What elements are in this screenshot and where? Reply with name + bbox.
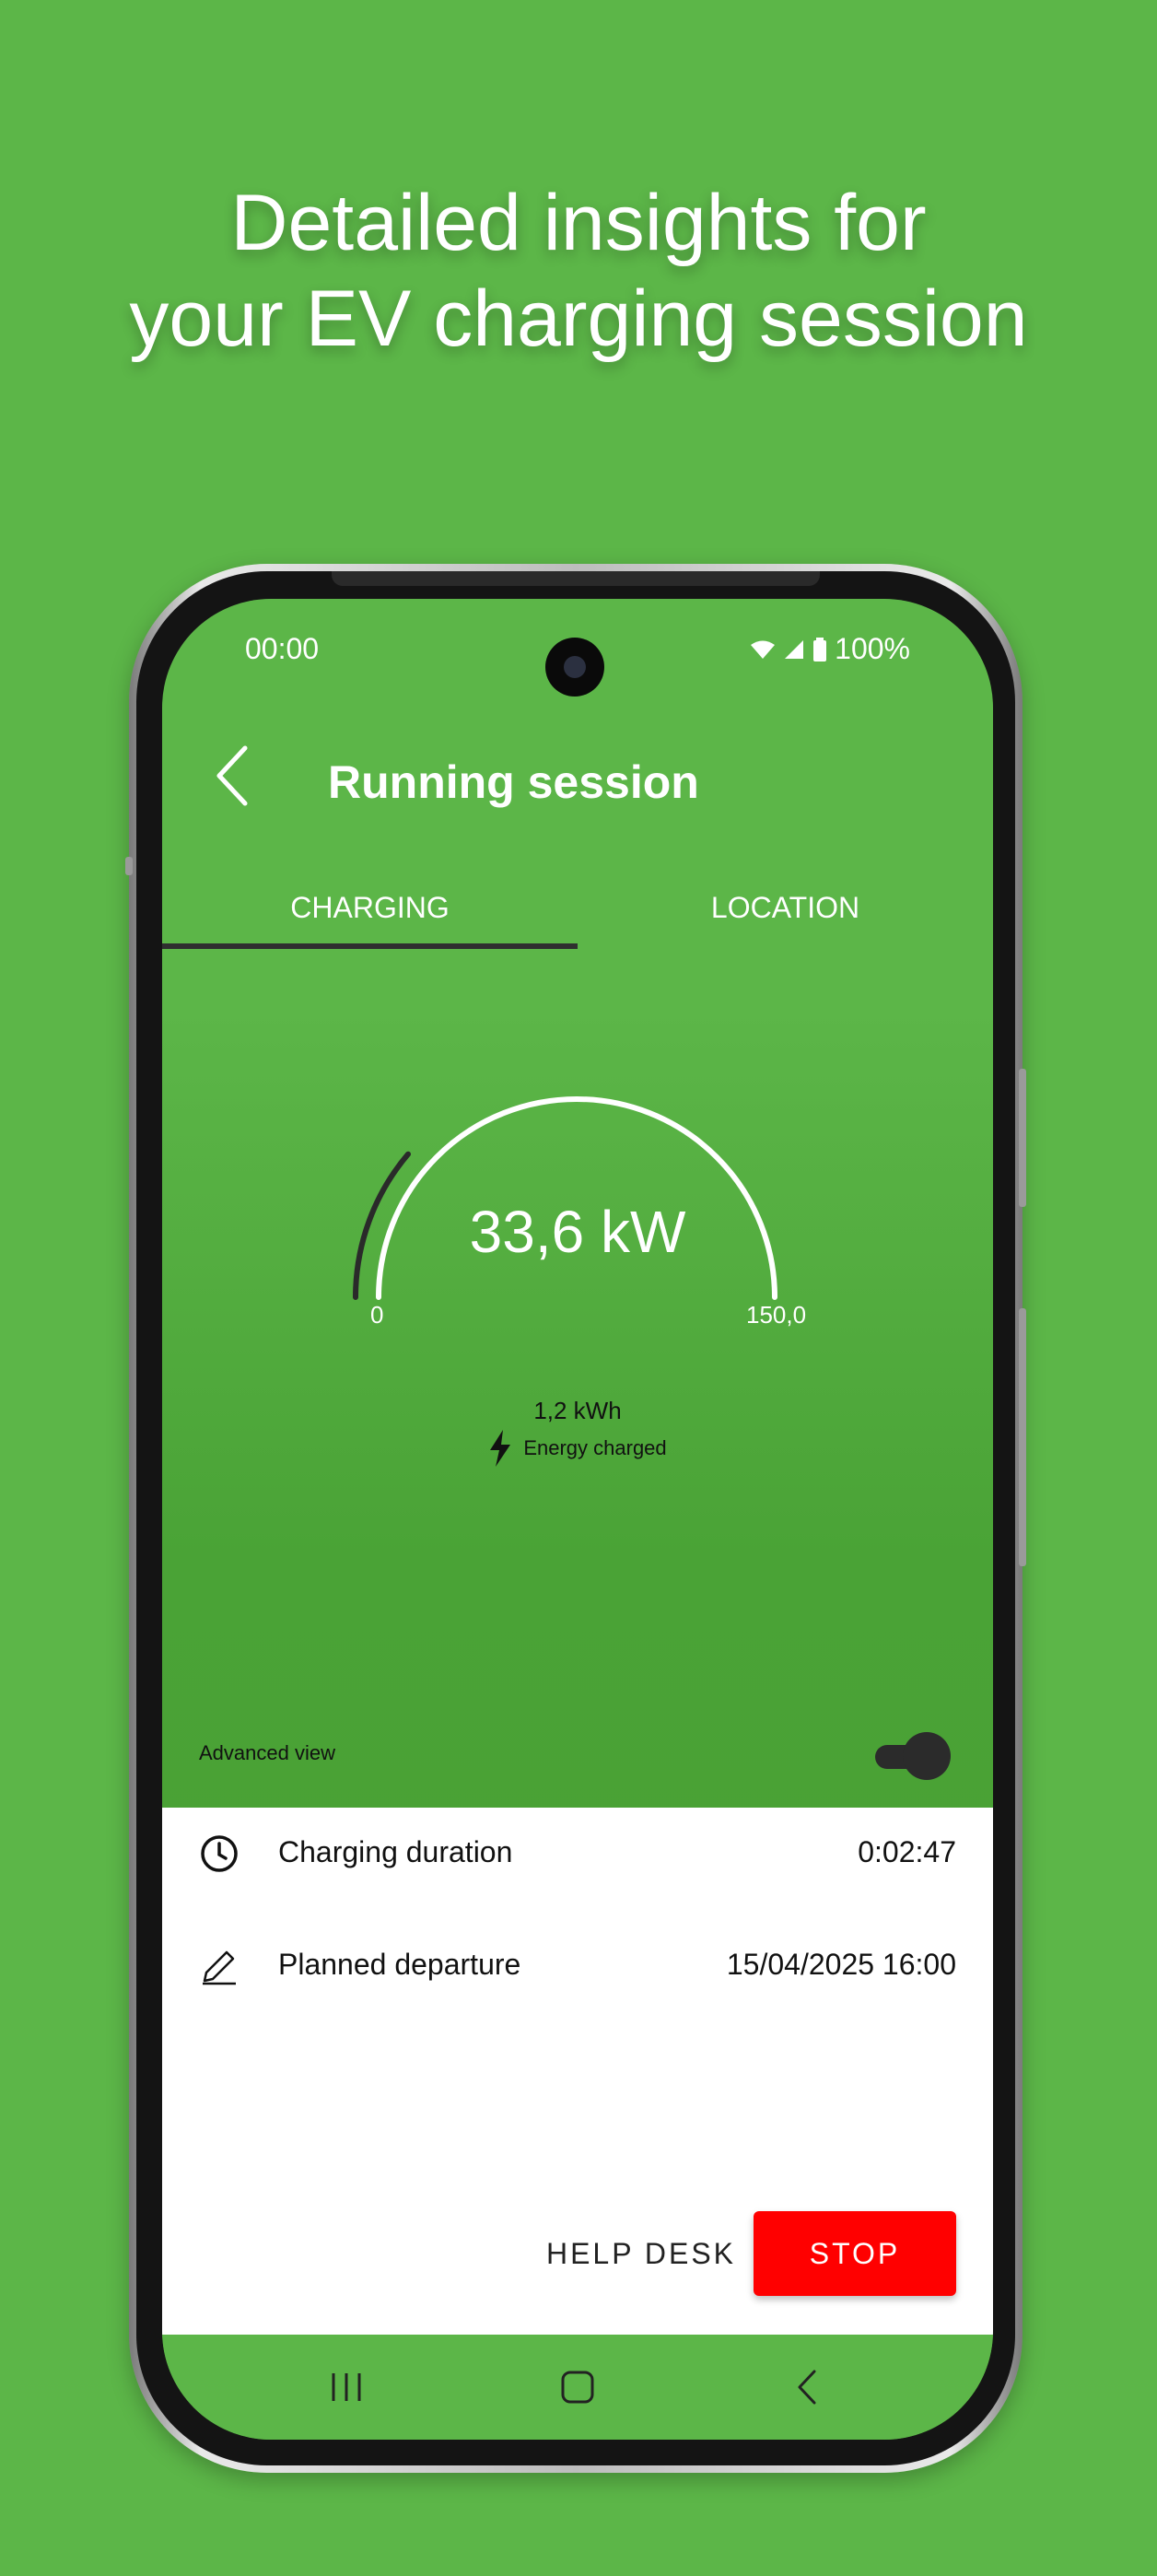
nav-recents-button[interactable] <box>310 2355 383 2419</box>
phone-side-button <box>125 857 133 875</box>
advanced-view-toggle[interactable] <box>875 1732 951 1780</box>
nav-back-icon <box>798 2370 816 2405</box>
session-details-panel: Charging duration 0:02:47 Planned depart… <box>162 1808 993 2335</box>
back-button[interactable] <box>199 739 273 813</box>
status-icons: 100% <box>750 632 910 666</box>
app-bar: Running session <box>162 719 993 829</box>
tab-location[interactable]: LOCATION <box>578 866 993 949</box>
wifi-icon <box>751 640 776 659</box>
phone-volume-button <box>1019 1069 1026 1207</box>
energy-charged-row: Energy charged <box>162 1430 993 1467</box>
front-camera <box>545 638 604 697</box>
energy-value: 1,2 kWh <box>533 1397 622 1424</box>
clock-icon <box>201 1835 238 1872</box>
advanced-view-label: Advanced view <box>199 1741 335 1764</box>
energy-label: Energy charged <box>523 1436 667 1459</box>
planned-departure-value: 15/04/2025 16:00 <box>726 1948 956 1981</box>
charging-duration-value: 0:02:47 <box>858 1835 956 1868</box>
back-arrow-icon <box>216 745 248 806</box>
help-desk-button[interactable]: HELP DESK <box>531 2211 752 2296</box>
headline-line-1: Detailed insights for <box>230 179 927 267</box>
tab-charging[interactable]: CHARGING <box>162 866 578 949</box>
headline: Detailed insights for your EV charging s… <box>0 175 1157 367</box>
tab-indicator <box>162 943 578 949</box>
recents-icon <box>332 2373 361 2401</box>
tab-bar: CHARGING LOCATION <box>162 866 993 949</box>
phone-screen: 00:00 100% Running session CHARGING LOCA… <box>162 599 993 2440</box>
status-bar: 00:00 100% <box>162 599 993 700</box>
signal-icon <box>785 639 804 659</box>
gauge-min-label: 0 <box>370 1301 384 1329</box>
power-value: 33,6 kW <box>469 1199 686 1265</box>
phone-speaker <box>332 571 820 586</box>
phone-power-button <box>1019 1308 1026 1566</box>
battery-icon <box>813 637 827 662</box>
planned-departure-label: Planned departure <box>278 1948 521 1981</box>
home-icon <box>561 2371 594 2404</box>
headline-line-2: your EV charging session <box>129 275 1028 363</box>
system-nav-bar <box>162 2335 993 2440</box>
charging-duration-label: Charging duration <box>278 1835 513 1868</box>
nav-back-button[interactable] <box>772 2355 846 2419</box>
lightning-icon <box>490 1430 511 1467</box>
page-title: Running session <box>328 756 699 808</box>
stop-button[interactable]: STOP <box>754 2211 956 2296</box>
status-time: 00:00 <box>245 632 320 665</box>
charging-duration-row: Charging duration 0:02:47 <box>162 1808 993 1900</box>
gauge-max-label: 150,0 <box>746 1301 807 1329</box>
battery-percent: 100% <box>835 632 910 665</box>
nav-home-button[interactable] <box>541 2355 614 2419</box>
toggle-thumb <box>903 1732 951 1780</box>
planned-departure-row[interactable]: Planned departure 15/04/2025 16:00 <box>162 1920 993 2012</box>
pencil-icon <box>203 1950 236 1985</box>
